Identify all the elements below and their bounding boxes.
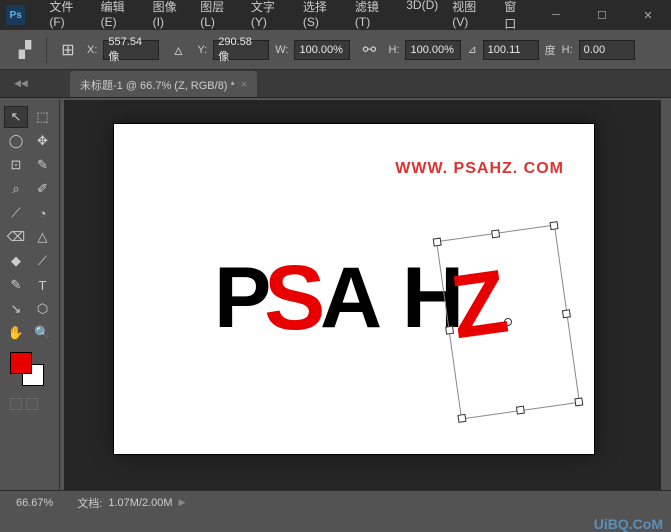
menu-select[interactable]: 选择(S): [297, 0, 347, 36]
document-tab[interactable]: 未标题-1 @ 66.7% (Z, RGB/8) * ×: [70, 71, 257, 97]
options-bar: ▞ ⊞ X: 557.54 像 ▵ Y: 290.58 像 W: 100.00%…: [0, 30, 671, 70]
h2-label: H:: [562, 44, 573, 56]
quick-mask-controls: [4, 398, 55, 410]
menu-filter[interactable]: 滤镜(T): [349, 0, 398, 36]
separator: [46, 37, 47, 63]
watermark-url-text: WWW. PSAHZ. COM: [395, 160, 564, 178]
marquee-tool-icon[interactable]: ◯: [4, 130, 28, 152]
link-wh-icon[interactable]: ⚯: [356, 37, 382, 63]
menu-view[interactable]: 视图(V): [446, 0, 496, 36]
w-field[interactable]: 100.00%: [294, 40, 350, 60]
close-button[interactable]: ✕: [625, 0, 671, 30]
dodge-tool-icon[interactable]: ⟋: [31, 250, 55, 272]
zoom-level[interactable]: 66.67%: [16, 497, 53, 509]
tab-close-icon[interactable]: ×: [241, 79, 247, 91]
app-logo-icon: Ps: [6, 5, 25, 25]
maximize-button[interactable]: ☐: [579, 0, 625, 30]
eraser-tool-icon[interactable]: ⌫: [4, 226, 28, 248]
menu-edit[interactable]: 编辑(E): [95, 0, 145, 36]
toolbox: ↖ ⬚ ◯ ✥ ⊡ ✎ ⌕ ✐ ⟋ ◔ ⌫ △ ◆ ⟋ ✎ T ↘ ⬡ ✋ 🔍: [0, 100, 60, 490]
reference-point-icon[interactable]: ⊞: [55, 37, 81, 63]
h-field[interactable]: 100.00%: [405, 40, 461, 60]
letter-a: A: [320, 249, 382, 348]
quick-mask-icon[interactable]: [10, 398, 22, 410]
y-field[interactable]: 290.58 像: [213, 40, 269, 60]
tool-grid: ↖ ⬚ ◯ ✥ ⊡ ✎ ⌕ ✐ ⟋ ◔ ⌫ △ ◆ ⟋ ✎ T ↘ ⬡ ✋ 🔍: [4, 106, 55, 344]
menu-window[interactable]: 窗口: [498, 0, 533, 36]
eyedropper-tool-icon[interactable]: ✎: [31, 154, 55, 176]
transform-handle-bm[interactable]: [516, 406, 525, 415]
transform-handle-br[interactable]: [574, 397, 583, 406]
swap-xy-icon[interactable]: ▵: [165, 37, 191, 63]
menu-3d[interactable]: 3D(D): [400, 0, 444, 36]
angle-field[interactable]: 100.11: [483, 40, 539, 60]
screen-mode-icon[interactable]: [26, 398, 38, 410]
path-select-tool-icon[interactable]: ↘: [4, 298, 28, 320]
transform-handle-tr[interactable]: [550, 221, 559, 230]
transform-handle-ml[interactable]: [445, 326, 454, 335]
doc-info-value: 1.07M/2.00M: [108, 497, 172, 509]
transform-handle-bl[interactable]: [457, 414, 466, 423]
shape-tool-icon[interactable]: ⬡: [31, 298, 55, 320]
transform-handle-tl[interactable]: [433, 238, 442, 247]
brush-tool-icon[interactable]: ✐: [31, 178, 55, 200]
history-brush-tool-icon[interactable]: ◔: [31, 202, 55, 224]
clone-tool-icon[interactable]: ⟋: [4, 202, 28, 224]
page-watermark: UiBQ.CoM: [594, 516, 663, 532]
panel-collapse-icon[interactable]: ◀◀: [14, 78, 28, 89]
canvas[interactable]: WWW. PSAHZ. COM P S A H Z: [114, 124, 594, 454]
hand-tool-icon[interactable]: ✋: [4, 322, 28, 344]
y-label: Y:: [197, 44, 207, 56]
type-tool-icon[interactable]: T: [31, 274, 55, 296]
crop-tool-icon[interactable]: ⊡: [4, 154, 28, 176]
transform-handle-mr[interactable]: [562, 309, 571, 318]
status-bar: 66.67% 文档: 1.07M/2.00M ▶: [0, 490, 671, 514]
menu-image[interactable]: 图像(I): [147, 0, 193, 36]
w-label: W:: [275, 44, 288, 56]
menu-file[interactable]: 文件(F): [43, 0, 92, 36]
menu-type[interactable]: 文字(Y): [245, 0, 295, 36]
spot-heal-tool-icon[interactable]: ⌕: [4, 178, 28, 200]
window-controls: ─ ☐ ✕: [533, 0, 671, 30]
doc-info-label: 文档:: [77, 495, 102, 511]
x-label: X:: [87, 44, 97, 56]
angle-icon: ⊿: [467, 43, 476, 56]
pen-tool-icon[interactable]: ✎: [4, 274, 28, 296]
h-label: H:: [388, 44, 399, 56]
document-info[interactable]: 文档: 1.07M/2.00M ▶: [77, 495, 185, 511]
transform-tool-icon[interactable]: ▞: [12, 37, 38, 63]
work-area: WWW. PSAHZ. COM P S A H Z: [64, 100, 661, 490]
foreground-color[interactable]: [10, 352, 32, 374]
gradient-tool-icon[interactable]: △: [31, 226, 55, 248]
zoom-tool-icon[interactable]: 🔍: [31, 322, 55, 344]
letter-s: S: [264, 246, 325, 351]
menu-bar: 文件(F) 编辑(E) 图像(I) 图层(L) 文字(Y) 选择(S) 滤镜(T…: [43, 0, 533, 36]
doc-info-arrow-icon[interactable]: ▶: [179, 497, 186, 508]
artboard-tool-icon[interactable]: ⬚: [31, 106, 55, 128]
zoom-value: 66.67%: [16, 497, 53, 509]
title-bar: Ps 文件(F) 编辑(E) 图像(I) 图层(L) 文字(Y) 选择(S) 滤…: [0, 0, 671, 30]
h2-field[interactable]: 0.00: [579, 40, 635, 60]
color-swatches: [4, 352, 55, 394]
blur-tool-icon[interactable]: ◆: [4, 250, 28, 272]
document-tab-bar: 未标题-1 @ 66.7% (Z, RGB/8) * ×: [0, 70, 671, 98]
x-field[interactable]: 557.54 像: [103, 40, 159, 60]
document-tab-title: 未标题-1 @ 66.7% (Z, RGB/8) *: [80, 77, 235, 93]
transform-handle-tm[interactable]: [491, 229, 500, 238]
move-tool-icon[interactable]: ↖: [4, 106, 28, 128]
menu-layer[interactable]: 图层(L): [194, 0, 243, 36]
letter-p: P: [214, 249, 271, 348]
lasso-tool-icon[interactable]: ✥: [31, 130, 55, 152]
minimize-button[interactable]: ─: [533, 0, 579, 30]
angle-unit: 度: [545, 42, 556, 58]
